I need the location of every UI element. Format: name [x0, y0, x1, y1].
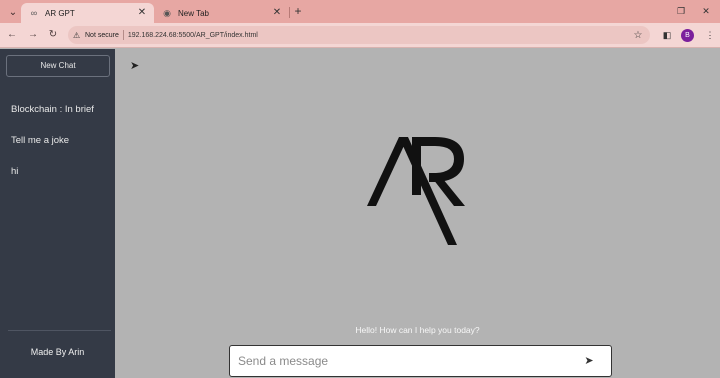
history-item[interactable]: Blockchain : In brief [11, 104, 94, 115]
sidebar: New Chat Blockchain : In brief Tell me a… [0, 49, 115, 378]
logo-r-leg [433, 179, 465, 206]
security-label[interactable]: Not secure [85, 32, 119, 39]
tab-title: AR GPT [45, 8, 75, 18]
tab-title: New Tab [178, 8, 209, 18]
close-icon[interactable]: ✕ [271, 7, 283, 19]
profile-avatar[interactable]: B [681, 29, 694, 42]
tab-ar-gpt[interactable]: ∞ AR GPT ✕ [21, 3, 154, 23]
kebab-menu-icon[interactable]: ⋮ [704, 29, 716, 41]
ar-logo [367, 137, 465, 245]
new-chat-button[interactable]: New Chat [6, 55, 110, 77]
url-text[interactable]: 192.168.224.68:5500/AR_GPT/index.html [128, 32, 632, 39]
history-item[interactable]: Tell me a joke [11, 135, 69, 146]
history-item[interactable]: hi [11, 166, 18, 177]
ar-logo-icon: ∞ [30, 8, 38, 18]
warning-icon[interactable]: ⚠ [73, 31, 83, 40]
browser-tabstrip: ⌄ ∞ AR GPT ✕ ◉ New Tab ✕ + ❐ ✕ [0, 0, 720, 23]
mouse-cursor-icon: ➤ [130, 60, 140, 72]
sidebar-divider [8, 330, 111, 331]
omnibox-divider [122, 30, 124, 40]
logo-a-left-stroke [367, 137, 408, 206]
message-input[interactable] [238, 352, 568, 370]
tab-divider [289, 7, 290, 18]
footer-credit: Made By Arin [30, 347, 85, 357]
back-arrow-icon[interactable]: ← [6, 29, 18, 41]
address-bar[interactable]: ⚠ Not secure 192.168.224.68:5500/AR_GPT/… [68, 26, 650, 44]
forward-arrow-icon[interactable]: → [27, 29, 39, 41]
browser-toolbar: ← → ↻ ⚠ Not secure 192.168.224.68:5500/A… [0, 23, 720, 48]
close-icon[interactable]: ✕ [136, 7, 148, 19]
chrome-icon: ◉ [163, 8, 171, 18]
close-window-icon[interactable]: ✕ [699, 5, 713, 17]
restore-window-icon[interactable]: ❐ [674, 5, 688, 17]
tab-new-tab[interactable]: ◉ New Tab ✕ [154, 3, 289, 23]
side-panel-icon[interactable]: ◧ [661, 29, 673, 41]
new-tab-plus-icon[interactable]: + [292, 5, 304, 17]
send-icon[interactable]: ➤ [582, 355, 596, 367]
greeting-text: Hello! How can I help you today? [355, 325, 480, 335]
chat-main: ➤ Hello! How can I help you today? ➤ [115, 49, 720, 378]
tab-search-icon[interactable]: ⌄ [5, 4, 21, 20]
reload-icon[interactable]: ↻ [47, 29, 59, 41]
bookmark-star-icon[interactable]: ☆ [632, 30, 644, 41]
message-composer: ➤ [229, 345, 612, 377]
